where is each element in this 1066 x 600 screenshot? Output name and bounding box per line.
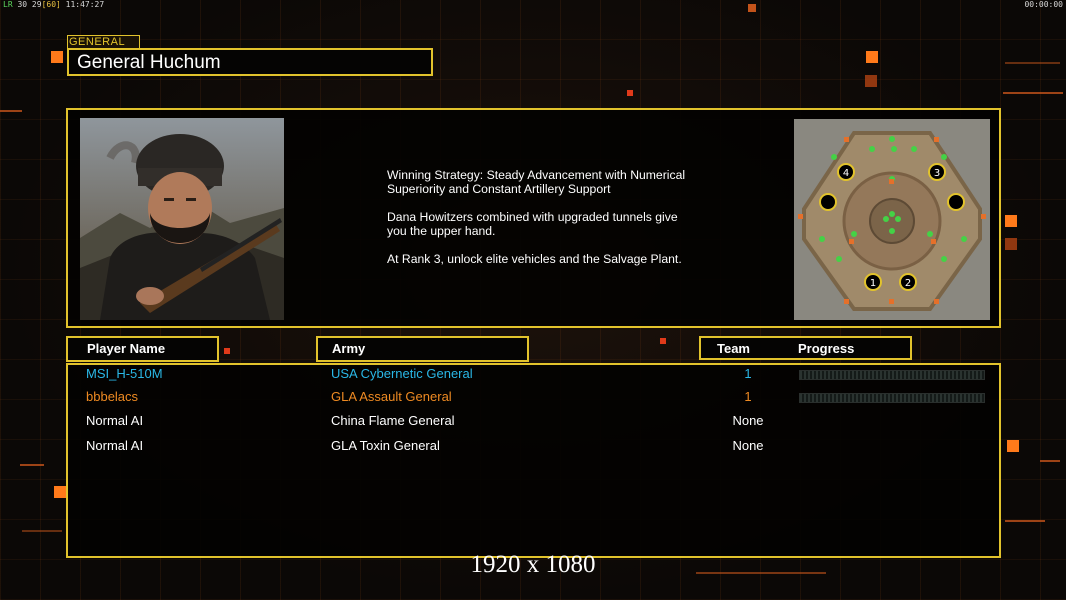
player-team: None — [732, 413, 764, 428]
player-team: None — [732, 438, 764, 453]
player-row: Normal AI GLA Toxin General None — [0, 438, 1066, 458]
system-clock: 11:47:27 — [65, 0, 105, 9]
player-team: 1 — [744, 366, 752, 381]
player-row: bbbelacs GLA Assault General 1 — [0, 389, 1066, 409]
start-position-label: 4 — [843, 168, 849, 179]
column-header-progress: Progress — [798, 341, 855, 356]
player-army: China Flame General — [331, 413, 455, 428]
deco-line — [1005, 520, 1045, 522]
fps-counter: LR 30 29[60] 11:47:27 — [3, 0, 104, 9]
player-name: Normal AI — [86, 438, 144, 453]
deco-dot — [660, 338, 666, 344]
deco-line — [1040, 460, 1060, 462]
start-position-label: 1 — [870, 278, 876, 289]
player-army: GLA Toxin General — [331, 438, 440, 453]
deco-line — [20, 464, 44, 466]
general-description: Winning Strategy: Steady Advancement wit… — [387, 168, 717, 280]
deco-square — [866, 51, 878, 63]
fps-cap: [60] — [41, 0, 61, 9]
player-row: Normal AI China Flame General None — [0, 413, 1066, 433]
player-row: MSI_H-510M USA Cybernetic General 1 — [0, 366, 1066, 386]
deco-dot — [224, 348, 230, 354]
resolution-caption: 1920 x 1080 — [470, 551, 596, 578]
status-bar: LR 30 29[60] 11:47:27 00:00:00 — [0, 0, 1066, 10]
load-progress-bar — [799, 370, 985, 380]
general-section-label: GENERAL — [67, 35, 140, 49]
deco-square — [1005, 215, 1017, 227]
deco-square — [54, 486, 66, 498]
fps-values: 30 29 — [17, 0, 42, 9]
game-timer: 00:00:00 — [1024, 0, 1063, 9]
deco-dot — [627, 90, 633, 96]
deco-line — [1005, 62, 1060, 64]
column-header-player-name: Player Name — [66, 336, 219, 362]
general-name: General Huchum — [67, 48, 433, 76]
player-name: bbbelacs — [86, 389, 139, 404]
column-header-team-progress: Team Progress — [699, 336, 912, 360]
deco-line — [1003, 92, 1063, 94]
player-name: MSI_H-510M — [86, 366, 163, 381]
player-army: USA Cybernetic General — [331, 366, 473, 381]
player-team: 1 — [744, 389, 752, 404]
rank-text: At Rank 3, unlock elite vehicles and the… — [387, 252, 682, 266]
deco-square — [51, 51, 63, 63]
deco-line — [22, 530, 62, 532]
deco-square — [865, 75, 877, 87]
player-army: GLA Assault General — [331, 389, 452, 404]
fps-label: LR — [3, 0, 13, 9]
map-preview[interactable]: 4 3 1 2 — [794, 119, 990, 320]
start-position-label: 2 — [905, 278, 911, 289]
column-header-army: Army — [316, 336, 529, 362]
deco-square — [1005, 238, 1017, 250]
tip-text: Dana Howitzers combined with upgraded tu… — [387, 210, 678, 238]
player-name: Normal AI — [86, 413, 144, 428]
column-header-team: Team — [717, 341, 750, 356]
strategy-text: Winning Strategy: Steady Advancement wit… — [387, 168, 686, 196]
load-progress-bar — [799, 393, 985, 403]
deco-line — [0, 110, 22, 112]
general-portrait — [80, 118, 284, 320]
start-position-label: 3 — [934, 168, 940, 179]
